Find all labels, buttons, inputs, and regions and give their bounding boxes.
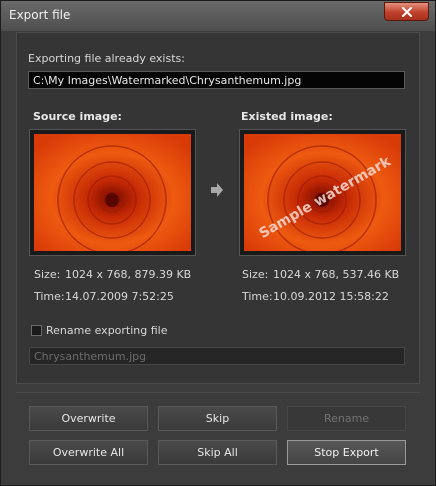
- stop-export-button[interactable]: Stop Export: [287, 440, 406, 465]
- source-time-value: 14.07.2009 7:52:25: [65, 290, 174, 303]
- existed-size-label: Size:: [242, 268, 269, 281]
- existed-image-thumbnail: Sample watermark: [239, 129, 406, 256]
- source-image-heading: Source image:: [33, 110, 122, 123]
- overwrite-button[interactable]: Overwrite: [29, 406, 148, 431]
- existing-file-label: Exporting file already exists:: [28, 52, 185, 65]
- existed-time-value: 10.09.2012 15:58:22: [273, 290, 389, 303]
- source-image-thumbnail: [29, 129, 196, 256]
- window-title: Export file: [9, 8, 71, 22]
- skip-button[interactable]: Skip: [158, 406, 277, 431]
- rename-button[interactable]: Rename: [287, 406, 406, 431]
- close-icon: [402, 7, 412, 17]
- source-size-label: Size:: [34, 268, 61, 281]
- existed-time-label: Time:: [242, 290, 273, 303]
- title-bar[interactable]: Export file: [1, 1, 435, 31]
- skip-all-button[interactable]: Skip All: [158, 440, 277, 465]
- source-time-label: Time:: [34, 290, 65, 303]
- separator: [16, 392, 420, 393]
- export-file-dialog: Export file Exporting file already exist…: [0, 0, 436, 486]
- arrow-right-icon: [210, 182, 224, 201]
- existed-size-value: 1024 x 768, 537.46 KB: [273, 268, 400, 281]
- rename-checkbox[interactable]: [31, 325, 42, 336]
- overwrite-all-button[interactable]: Overwrite All: [29, 440, 148, 465]
- source-size-value: 1024 x 768, 879.39 KB: [65, 268, 192, 281]
- existed-image-heading: Existed image:: [241, 110, 333, 123]
- rename-checkbox-label[interactable]: Rename exporting file: [46, 324, 168, 337]
- existing-path-field[interactable]: C:\My Images\Watermarked\Chrysanthemum.j…: [28, 71, 405, 89]
- close-button[interactable]: [384, 2, 429, 21]
- rename-filename-input[interactable]: Chrysanthemum.jpg: [29, 347, 405, 365]
